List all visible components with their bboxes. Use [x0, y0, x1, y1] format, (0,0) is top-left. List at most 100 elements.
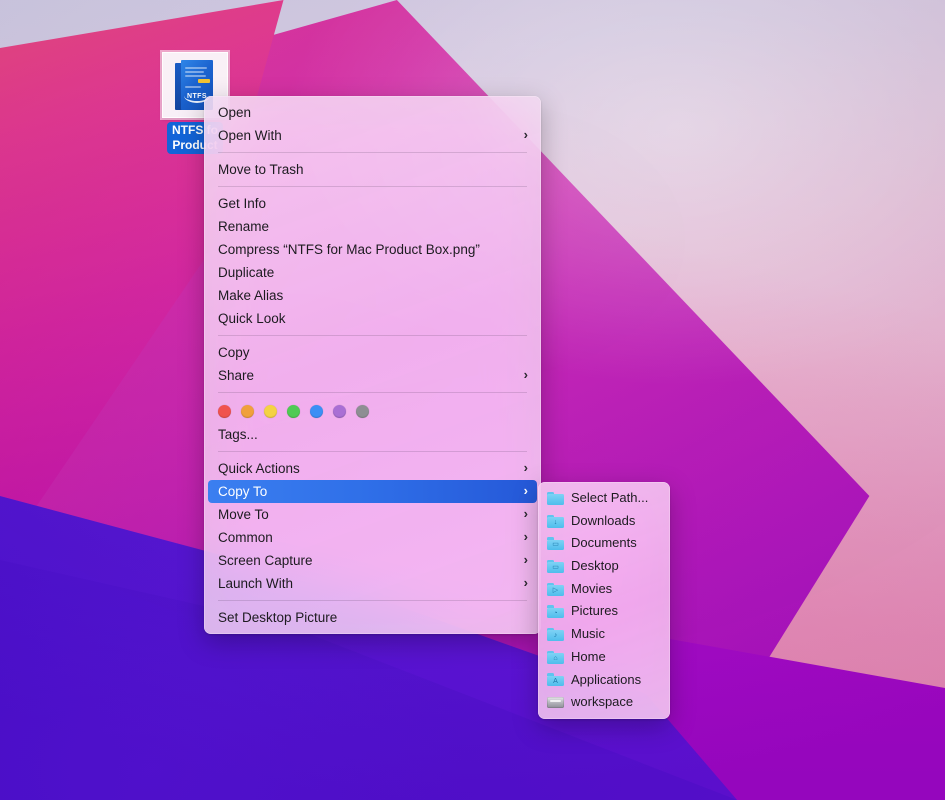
- menu-item-label: Quick Actions: [218, 457, 300, 480]
- folder-movies-icon: ▷: [547, 583, 564, 596]
- chevron-right-icon: ›: [524, 530, 528, 543]
- box-text-line: [185, 75, 206, 77]
- menu-item-share[interactable]: Share ›: [204, 364, 541, 387]
- submenu-item-music[interactable]: ♪ Music: [538, 623, 670, 646]
- submenu-item-applications[interactable]: A Applications: [538, 669, 670, 692]
- folder-desktop-icon: ▭: [547, 560, 564, 573]
- menu-item-label: Duplicate: [218, 261, 274, 284]
- menu-item-move-to[interactable]: Move To ›: [204, 503, 541, 526]
- menu-item-screen-capture[interactable]: Screen Capture ›: [204, 549, 541, 572]
- menu-item-compress[interactable]: Compress “NTFS for Mac Product Box.png”: [204, 238, 541, 261]
- chevron-right-icon: ›: [524, 484, 528, 497]
- menu-item-open-with[interactable]: Open With ›: [204, 124, 541, 147]
- chevron-right-icon: ›: [524, 461, 528, 474]
- folder-plain-icon: [547, 492, 564, 505]
- purple-tag-icon[interactable]: [333, 405, 346, 418]
- submenu-item-home[interactable]: ⌂ Home: [538, 646, 670, 669]
- folder-glyph: ♪: [547, 630, 564, 641]
- submenu-item-label: Applications: [571, 669, 641, 692]
- menu-item-label: Compress “NTFS for Mac Product Box.png”: [218, 238, 480, 261]
- menu-item-open[interactable]: Open: [204, 101, 541, 124]
- menu-item-label: Get Info: [218, 192, 266, 215]
- folder-glyph: ▭: [547, 562, 564, 573]
- submenu-item-pictures[interactable]: ◔ Pictures: [538, 600, 670, 623]
- red-tag-icon[interactable]: [218, 405, 231, 418]
- menu-item-label: Open With: [218, 124, 282, 147]
- blue-tag-icon[interactable]: [310, 405, 323, 418]
- submenu-item-select-path[interactable]: Select Path...: [538, 487, 670, 510]
- menu-item-label: Make Alias: [218, 284, 283, 307]
- menu-item-quick-actions[interactable]: Quick Actions ›: [204, 457, 541, 480]
- menu-item-tags[interactable]: Tags...: [204, 423, 541, 446]
- tag-color-row[interactable]: [204, 398, 541, 423]
- folder-glyph: A: [547, 676, 564, 687]
- menu-item-label: Copy: [218, 341, 250, 364]
- menu-separator: [218, 186, 527, 187]
- folder-documents-icon: ▭: [547, 537, 564, 550]
- menu-item-label: Copy To: [218, 480, 267, 503]
- chevron-right-icon: ›: [524, 553, 528, 566]
- box-badge: [198, 79, 210, 83]
- chevron-right-icon: ›: [524, 507, 528, 520]
- menu-separator: [218, 451, 527, 452]
- menu-item-label: Quick Look: [218, 307, 286, 330]
- folder-downloads-icon: ↓: [547, 515, 564, 528]
- menu-item-label: Share: [218, 364, 254, 387]
- folder-applications-icon: A: [547, 673, 564, 686]
- menu-item-label: Screen Capture: [218, 549, 313, 572]
- chevron-right-icon: ›: [524, 368, 528, 381]
- external-drive-icon: [547, 696, 564, 709]
- submenu-item-documents[interactable]: ▭ Documents: [538, 532, 670, 555]
- menu-separator: [218, 600, 527, 601]
- menu-item-set-desktop-picture[interactable]: Set Desktop Picture: [204, 606, 541, 629]
- menu-separator: [218, 152, 527, 153]
- submenu-item-label: workspace: [571, 691, 633, 714]
- menu-item-get-info[interactable]: Get Info: [204, 192, 541, 215]
- green-tag-icon[interactable]: [287, 405, 300, 418]
- submenu-item-downloads[interactable]: ↓ Downloads: [538, 510, 670, 533]
- copy-to-submenu[interactable]: Select Path... ↓ Downloads ▭ Documents ▭…: [538, 482, 670, 719]
- menu-item-label: Move to Trash: [218, 158, 304, 181]
- folder-pictures-icon: ◔: [547, 605, 564, 618]
- menu-item-label: Move To: [218, 503, 269, 526]
- menu-item-label: Common: [218, 526, 273, 549]
- box-text-line: [185, 71, 204, 73]
- menu-item-copy[interactable]: Copy: [204, 341, 541, 364]
- chevron-right-icon: ›: [524, 576, 528, 589]
- folder-glyph: ⌂: [547, 653, 564, 664]
- submenu-item-label: Music: [571, 623, 605, 646]
- gray-tag-icon[interactable]: [356, 405, 369, 418]
- orange-tag-icon[interactable]: [241, 405, 254, 418]
- submenu-item-label: Select Path...: [571, 487, 648, 510]
- submenu-item-label: Home: [571, 646, 606, 669]
- submenu-item-movies[interactable]: ▷ Movies: [538, 578, 670, 601]
- menu-item-label: Open: [218, 101, 251, 124]
- menu-separator: [218, 335, 527, 336]
- menu-separator: [218, 392, 527, 393]
- menu-item-quick-look[interactable]: Quick Look: [204, 307, 541, 330]
- menu-item-make-alias[interactable]: Make Alias: [204, 284, 541, 307]
- chevron-right-icon: ›: [524, 128, 528, 141]
- submenu-item-label: Documents: [571, 532, 637, 555]
- box-text-line: [185, 67, 207, 69]
- menu-item-label: Launch With: [218, 572, 293, 595]
- desktop[interactable]: NTFS NTFS foProduct Open Open With › Mov…: [0, 0, 945, 800]
- folder-glyph: ▭: [547, 540, 564, 551]
- menu-item-label: Rename: [218, 215, 269, 238]
- submenu-item-label: Desktop: [571, 555, 619, 578]
- folder-music-icon: ♪: [547, 628, 564, 641]
- menu-item-rename[interactable]: Rename: [204, 215, 541, 238]
- menu-item-duplicate[interactable]: Duplicate: [204, 261, 541, 284]
- yellow-tag-icon[interactable]: [264, 405, 277, 418]
- submenu-item-workspace[interactable]: workspace: [538, 691, 670, 714]
- folder-glyph: ▷: [547, 585, 564, 596]
- submenu-item-desktop[interactable]: ▭ Desktop: [538, 555, 670, 578]
- submenu-item-label: Downloads: [571, 510, 635, 533]
- menu-item-common[interactable]: Common ›: [204, 526, 541, 549]
- submenu-item-label: Movies: [571, 578, 612, 601]
- menu-item-copy-to[interactable]: Copy To ›: [208, 480, 537, 503]
- menu-item-launch-with[interactable]: Launch With ›: [204, 572, 541, 595]
- menu-item-label: Set Desktop Picture: [218, 606, 337, 629]
- menu-item-move-to-trash[interactable]: Move to Trash: [204, 158, 541, 181]
- context-menu[interactable]: Open Open With › Move to Trash Get Info …: [204, 96, 541, 634]
